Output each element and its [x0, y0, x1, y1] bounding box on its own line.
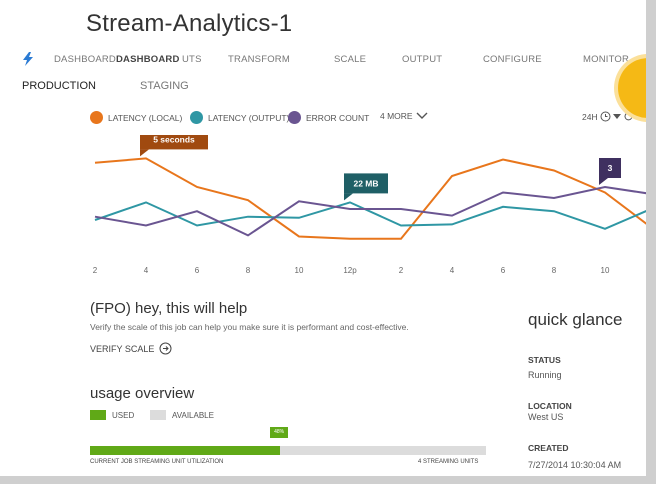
series-line-2	[94, 185, 646, 237]
verify-scale-link[interactable]: VERIFY SCALE	[90, 342, 172, 355]
callout-2: 3	[599, 158, 621, 185]
chevron-down-icon	[416, 112, 428, 119]
tab-dashboard-active[interactable]: DASHBOARD	[116, 54, 180, 65]
time-range-label: 24H	[582, 111, 598, 122]
usage-caption-left: CURRENT JOB STREAMING UNIT UTILIZATION	[90, 459, 224, 465]
x-tick-label: 6	[195, 266, 200, 275]
x-tick-label: 10	[295, 266, 304, 275]
metrics-line-chart: 2 4 6 8 10 12p 2 4 6 8 10 5 seconds 22 MB 3	[93, 135, 646, 275]
tab-scale[interactable]: SCALE	[334, 54, 366, 65]
created-value: 7/27/2014 10:30:04 AM	[528, 460, 622, 470]
callout-label: 5 seconds	[153, 135, 195, 144]
cursor-highlight-orb	[618, 58, 646, 118]
usage-legend-available: AVAILABLE	[150, 410, 214, 420]
more-label: 4 MORE	[380, 111, 413, 121]
more-metrics-button[interactable]: 4 MORE	[380, 111, 428, 121]
dropdown-arrow-icon	[612, 113, 621, 119]
page-title: Stream-Analytics-1	[86, 10, 293, 37]
help-text: Verify the scale of this job can help yo…	[90, 322, 409, 332]
created-label: CREATED	[528, 443, 569, 453]
lightning-icon	[22, 52, 34, 71]
x-tick-label: 8	[552, 266, 557, 275]
legend-item-latency-output[interactable]: LATENCY (OUTPUT)	[190, 111, 289, 124]
time-range-selector[interactable]: 24H	[582, 111, 634, 122]
callout-0: 5 seconds	[140, 135, 208, 157]
x-tick-label: 2	[399, 266, 404, 275]
tab-monitor[interactable]: MONITOR	[583, 54, 629, 65]
status-value: Running	[528, 370, 562, 380]
usage-caption-right: 4 STREAMING UNITS	[418, 459, 479, 465]
legend-dot-icon	[90, 111, 103, 124]
available-swatch	[150, 410, 166, 420]
used-label: USED	[112, 410, 135, 420]
tab-production[interactable]: PRODUCTION	[22, 80, 96, 92]
x-tick-label: 4	[450, 266, 455, 275]
usage-legend-used: USED	[90, 410, 134, 420]
x-tick-label: 4	[144, 266, 149, 275]
legend-label: LATENCY (OUTPUT)	[208, 112, 290, 123]
tab-dashboard[interactable]: DASHBOARD	[54, 54, 116, 65]
x-tick-label: 8	[246, 266, 251, 275]
usage-overview-title: usage overview	[90, 385, 195, 402]
location-value: West US	[528, 412, 564, 422]
verify-scale-label: VERIFY SCALE	[90, 343, 155, 354]
quick-glance-title: quick glance	[528, 310, 623, 329]
callout-label: 22 MB	[353, 178, 378, 188]
callout-label: 3	[608, 163, 613, 173]
x-tick-label: 6	[501, 266, 506, 275]
legend-item-error-count[interactable]: ERROR COUNT	[288, 111, 369, 124]
tab-staging[interactable]: STAGING	[140, 80, 189, 92]
clock-icon	[600, 111, 611, 122]
status-label: STATUS	[528, 355, 561, 365]
x-tick-label: 10	[601, 266, 610, 275]
x-tick-label: 12p	[343, 266, 357, 275]
usage-bar	[90, 446, 486, 455]
legend-item-latency-local[interactable]: LATENCY (LOCAL)	[90, 111, 182, 124]
tab-inputs[interactable]: UTS	[182, 54, 202, 65]
legend-label: ERROR COUNT	[306, 112, 370, 123]
available-label: AVAILABLE	[172, 410, 214, 420]
usage-percent-flag: 48%	[270, 427, 289, 438]
tab-output[interactable]: OUTPUT	[402, 54, 442, 65]
tab-configure[interactable]: CONFIGURE	[483, 54, 542, 65]
legend-label: LATENCY (LOCAL)	[108, 112, 183, 123]
legend-dot-icon	[190, 111, 203, 124]
arrow-circle-icon	[159, 342, 172, 355]
series-line-0	[94, 157, 646, 240]
callout-1: 22 MB	[344, 173, 388, 201]
portal-window: Stream-Analytics-1 DASHBOARD DASHBOARD U…	[0, 0, 656, 484]
x-tick-label: 2	[93, 266, 98, 275]
legend-dot-icon	[288, 111, 301, 124]
location-label: LOCATION	[528, 401, 572, 411]
used-swatch	[90, 410, 106, 420]
help-heading: (FPO) hey, this will help	[90, 300, 248, 317]
usage-bar-fill	[90, 446, 281, 455]
tab-transform[interactable]: TRANSFORM	[228, 54, 290, 65]
